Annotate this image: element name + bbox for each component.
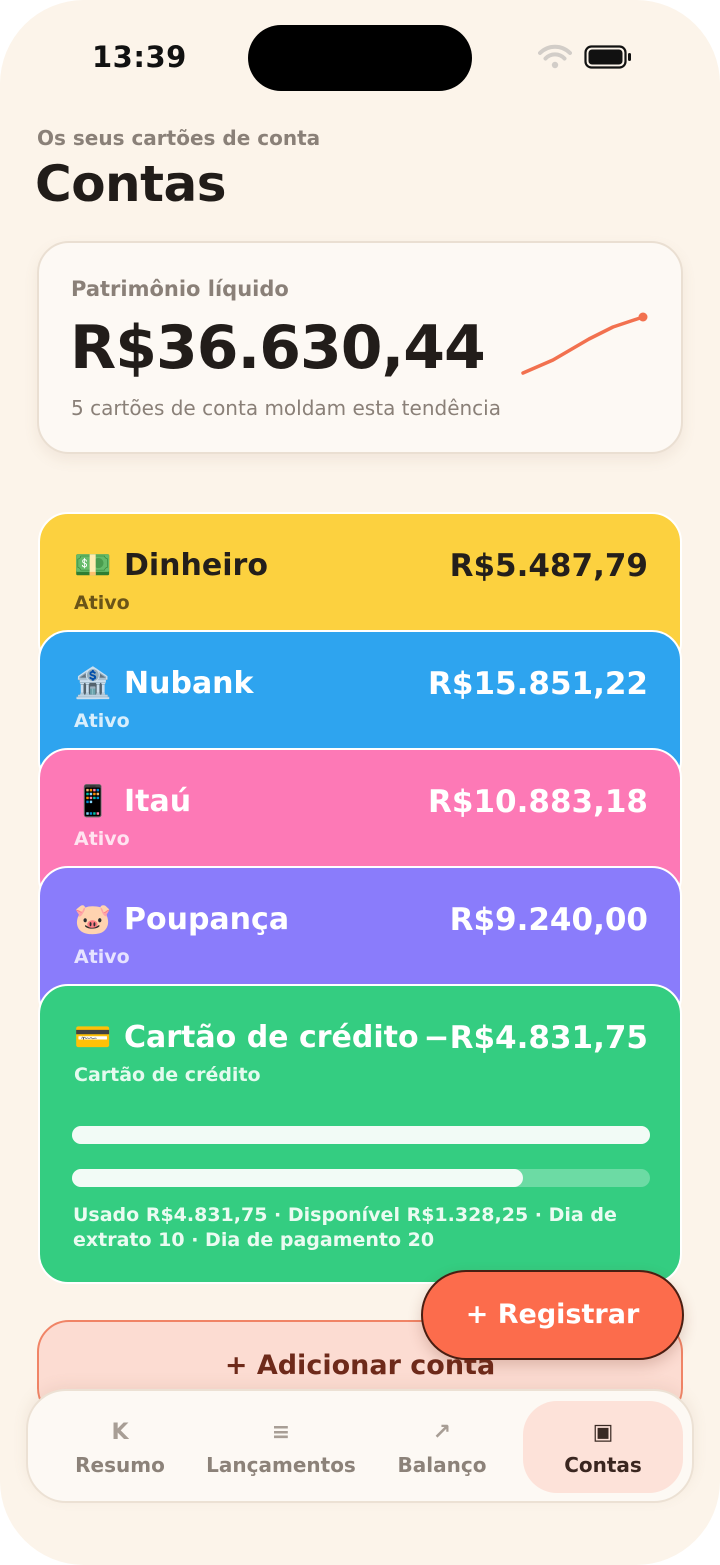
tab-bar: K Resumo ≡ Lançamentos ↗ Balanço ▣ Conta…	[26, 1389, 694, 1503]
wifi-icon	[538, 44, 572, 69]
page-subtitle: Os seus cartões de conta	[37, 126, 321, 150]
account-status: Ativo	[74, 946, 130, 968]
tab-lancamentos[interactable]: ≡ Lançamentos	[202, 1401, 360, 1493]
net-worth-card[interactable]: Patrimônio líquido R$36.630,44 5 cartões…	[37, 241, 683, 454]
account-balance: R$5.487,79	[449, 548, 648, 584]
tab-label: Balanço	[397, 1453, 487, 1477]
account-name: Dinheiro	[124, 548, 268, 583]
tab-contas[interactable]: ▣ Contas	[523, 1401, 683, 1493]
tab-label: Lançamentos	[206, 1453, 356, 1477]
credit-usage-bar	[72, 1169, 650, 1187]
piggy-bank-icon: 🐷	[74, 902, 112, 937]
account-name: Nubank	[124, 666, 254, 701]
battery-icon	[584, 45, 631, 69]
account-status: Ativo	[74, 828, 130, 850]
tab-label: Contas	[564, 1453, 642, 1477]
summary-icon: K	[111, 1420, 129, 1445]
account-card-credit[interactable]: 💳 Cartão de crédito −R$4.831,75 Cartão d…	[38, 984, 682, 1284]
net-worth-caption: 5 cartões de conta moldam esta tendência	[71, 396, 501, 420]
phone-screen: 13:39 Os seus cartões de conta Contas Pa…	[0, 0, 720, 1565]
credit-usage-bar-fill	[72, 1169, 523, 1187]
tab-label: Resumo	[75, 1453, 165, 1477]
sparkline-end-dot	[638, 312, 648, 322]
credit-limit-bar-fill	[72, 1126, 650, 1144]
account-balance: R$15.851,22	[428, 666, 648, 702]
account-status: Ativo	[74, 710, 130, 732]
credit-details: Usado R$4.831,75 · Disponível R$1.328,25…	[73, 1204, 617, 1251]
page-title: Contas	[35, 155, 227, 213]
account-balance: −R$4.831,75	[423, 1020, 648, 1056]
account-name: Poupança	[124, 902, 290, 937]
status-time: 13:39	[92, 40, 187, 74]
account-balance: R$9.240,00	[449, 902, 648, 938]
credit-limit-bar	[72, 1126, 650, 1144]
register-button[interactable]: + Registrar	[421, 1270, 684, 1360]
account-balance: R$10.883,18	[428, 784, 648, 820]
account-type: Cartão de crédito	[74, 1064, 261, 1086]
list-icon: ≡	[271, 1420, 291, 1445]
account-status: Ativo	[74, 592, 130, 614]
accounts-icon: ▣	[592, 1420, 614, 1445]
dynamic-island	[248, 25, 472, 91]
net-worth-label: Patrimônio líquido	[71, 277, 289, 301]
tab-balanco[interactable]: ↗ Balanço	[368, 1401, 516, 1493]
cash-icon: 💵	[74, 548, 112, 583]
account-name: Cartão de crédito	[124, 1020, 419, 1055]
credit-card-icon: 💳	[74, 1020, 112, 1055]
account-name: Itaú	[124, 784, 192, 819]
sparkline-line	[521, 315, 645, 375]
trend-arrow-icon: ↗	[432, 1420, 452, 1445]
bank-icon: 🏦	[74, 666, 112, 701]
net-worth-value: R$36.630,44	[70, 313, 486, 383]
tab-resumo[interactable]: K Resumo	[48, 1401, 192, 1493]
phone-icon: 📱	[74, 784, 112, 819]
net-worth-sparkline	[521, 312, 648, 375]
